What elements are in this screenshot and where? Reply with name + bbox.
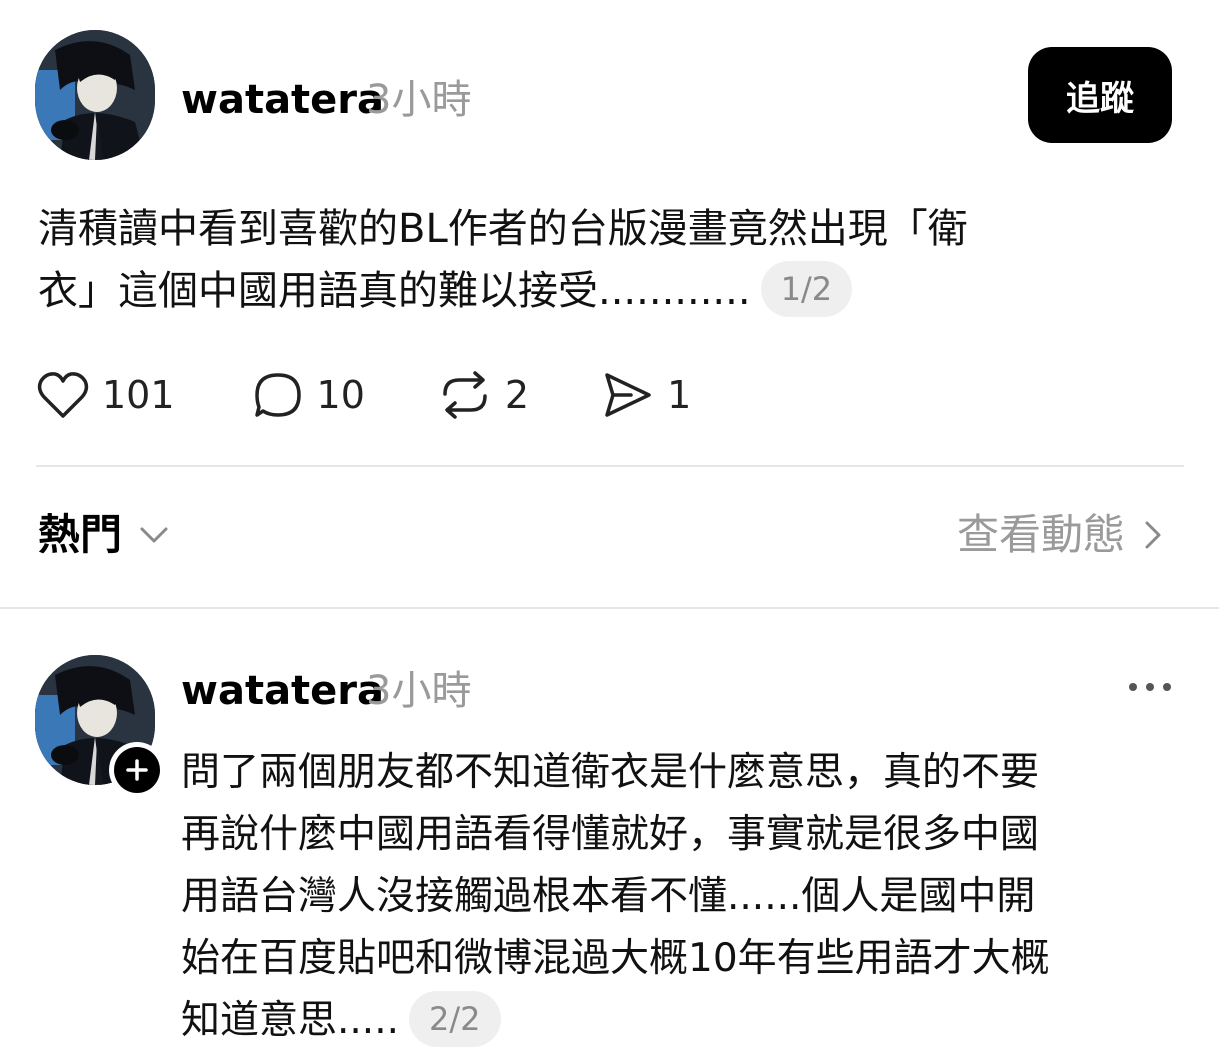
repost-button[interactable]: 2	[437, 368, 529, 422]
threads-post-page: watatera 3小時 追蹤 清積讀中看到喜歡的BL作者的台版漫畫竟然出現「衛…	[0, 0, 1219, 1064]
timestamp: 3小時	[366, 77, 472, 123]
follow-button[interactable]: 追蹤	[1028, 47, 1172, 143]
post-text-line: 問了兩個朋友都不知道衛衣是什麼意思，真的不要	[181, 750, 1040, 795]
comment-button[interactable]: 10	[251, 369, 365, 421]
post-text-line-content: 知道意思.....	[181, 998, 399, 1043]
view-activity-label: 查看動態	[956, 510, 1125, 559]
chevron-down-icon	[140, 527, 168, 543]
like-button[interactable]: 101	[36, 370, 175, 420]
post-actions-bar: 101 10 2 1	[36, 365, 691, 425]
plus-icon	[126, 759, 148, 781]
more-dots-icon	[1129, 683, 1171, 691]
share-button[interactable]: 1	[601, 369, 691, 421]
divider	[36, 465, 1184, 467]
comment-bubble-icon	[254, 373, 301, 417]
repost-count: 2	[504, 373, 530, 417]
post-body: 問了兩個朋友都不知道衛衣是什麼意思，真的不要 再說什麼中國用語看得懂就好，事實就…	[181, 742, 1050, 1052]
chevron-right-icon	[1145, 521, 1161, 549]
sort-label: 熱門	[38, 510, 123, 559]
plus-badge-inner	[114, 747, 160, 793]
post-body: 清積讀中看到喜歡的BL作者的台版漫畫竟然出現「衛 衣」這個中國用語真的難以接受.…	[38, 198, 968, 322]
follow-plus-button[interactable]	[109, 742, 165, 798]
post-text-line: 知道意思..... 2/2	[181, 990, 1050, 1052]
post-text-line: 再說什麼中國用語看得懂就好，事實就是很多中國	[181, 812, 1040, 857]
like-count: 101	[102, 373, 175, 417]
comment-count: 10	[316, 373, 365, 417]
post-text-line-content: 衣」這個中國用語真的難以接受............	[38, 268, 751, 314]
username[interactable]: watatera	[181, 671, 384, 711]
repost-icon	[443, 371, 487, 419]
post-text-line: 始在百度貼吧和微博混過大概10年有些用語才大概	[181, 936, 1050, 981]
sort-dropdown[interactable]: 熱門	[38, 514, 174, 556]
page-indicator[interactable]: 2/2	[409, 990, 501, 1047]
post-text-line: 用語台灣人沒接觸過根本看不懂......個人是國中開	[181, 874, 1036, 919]
username[interactable]: watatera	[181, 80, 384, 120]
section-divider	[0, 607, 1219, 609]
page-indicator[interactable]: 1/2	[760, 261, 853, 317]
post-text-line: 清積讀中看到喜歡的BL作者的台版漫畫竟然出現「衛	[38, 206, 968, 252]
send-icon	[605, 373, 651, 417]
share-count: 1	[667, 373, 692, 417]
more-options-button[interactable]	[1122, 670, 1178, 704]
post-text-line: 衣」這個中國用語真的難以接受............ 1/2	[38, 260, 968, 322]
timestamp: 3小時	[366, 668, 472, 714]
avatar[interactable]	[35, 30, 155, 160]
heart-icon	[37, 372, 89, 418]
view-activity-link[interactable]: 查看動態	[957, 514, 1169, 556]
